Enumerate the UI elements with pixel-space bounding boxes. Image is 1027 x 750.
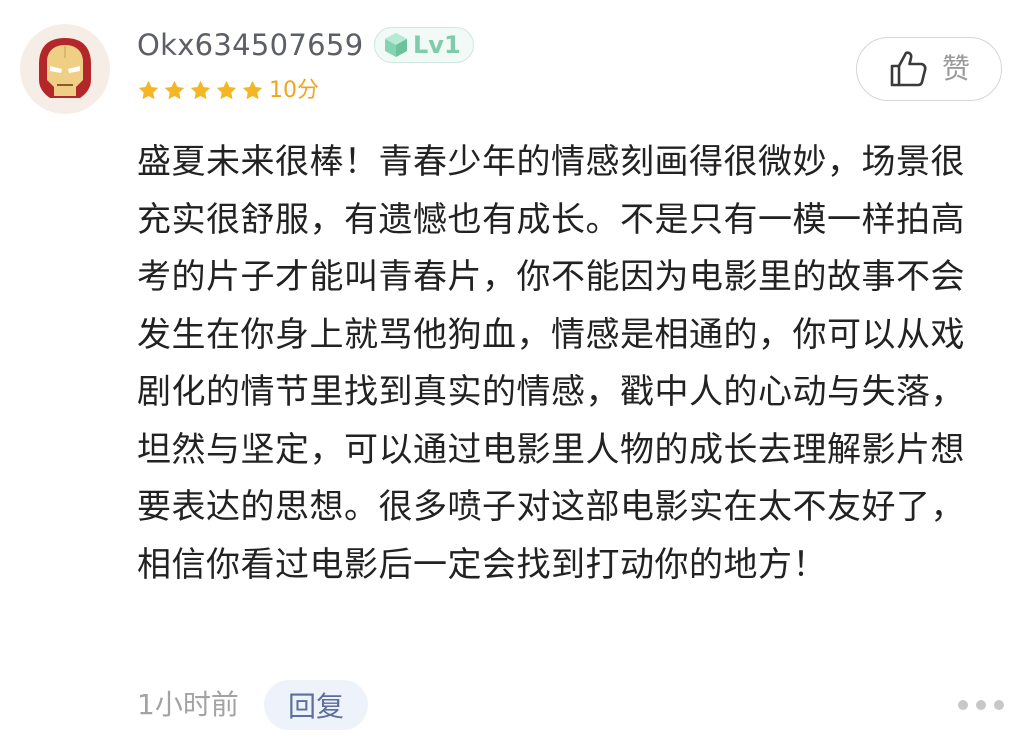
star-icon	[216, 80, 237, 100]
thumbs-up-icon	[890, 51, 927, 87]
star-icon	[138, 80, 159, 100]
more-dots-icon[interactable]	[958, 693, 1004, 717]
level-badge: Lv1	[374, 27, 474, 63]
star-icon	[190, 80, 211, 100]
avatar[interactable]	[20, 24, 110, 114]
level-label: Lv1	[413, 31, 461, 59]
username[interactable]: Okx634507659	[137, 26, 363, 64]
dot	[958, 700, 968, 710]
star-icon	[242, 80, 263, 100]
reply-button[interactable]: 回复	[264, 680, 368, 730]
like-label: 赞	[941, 52, 970, 85]
star-rating: 10分	[137, 79, 319, 102]
dot	[994, 700, 1004, 710]
comment-text: 盛夏未来很棒！青春少年的情感刻画得很微妙，场景很充实很舒服，有遗憾也有成长。不是…	[137, 142, 965, 585]
comment-time: 1小时前	[137, 688, 239, 721]
rating-score: 10分	[269, 77, 319, 103]
iron-man-helmet-icon	[39, 38, 91, 98]
dot	[976, 700, 986, 710]
like-button[interactable]: 赞	[856, 37, 1002, 101]
hexagon-gem-icon	[385, 33, 407, 57]
star-icon	[164, 80, 185, 100]
